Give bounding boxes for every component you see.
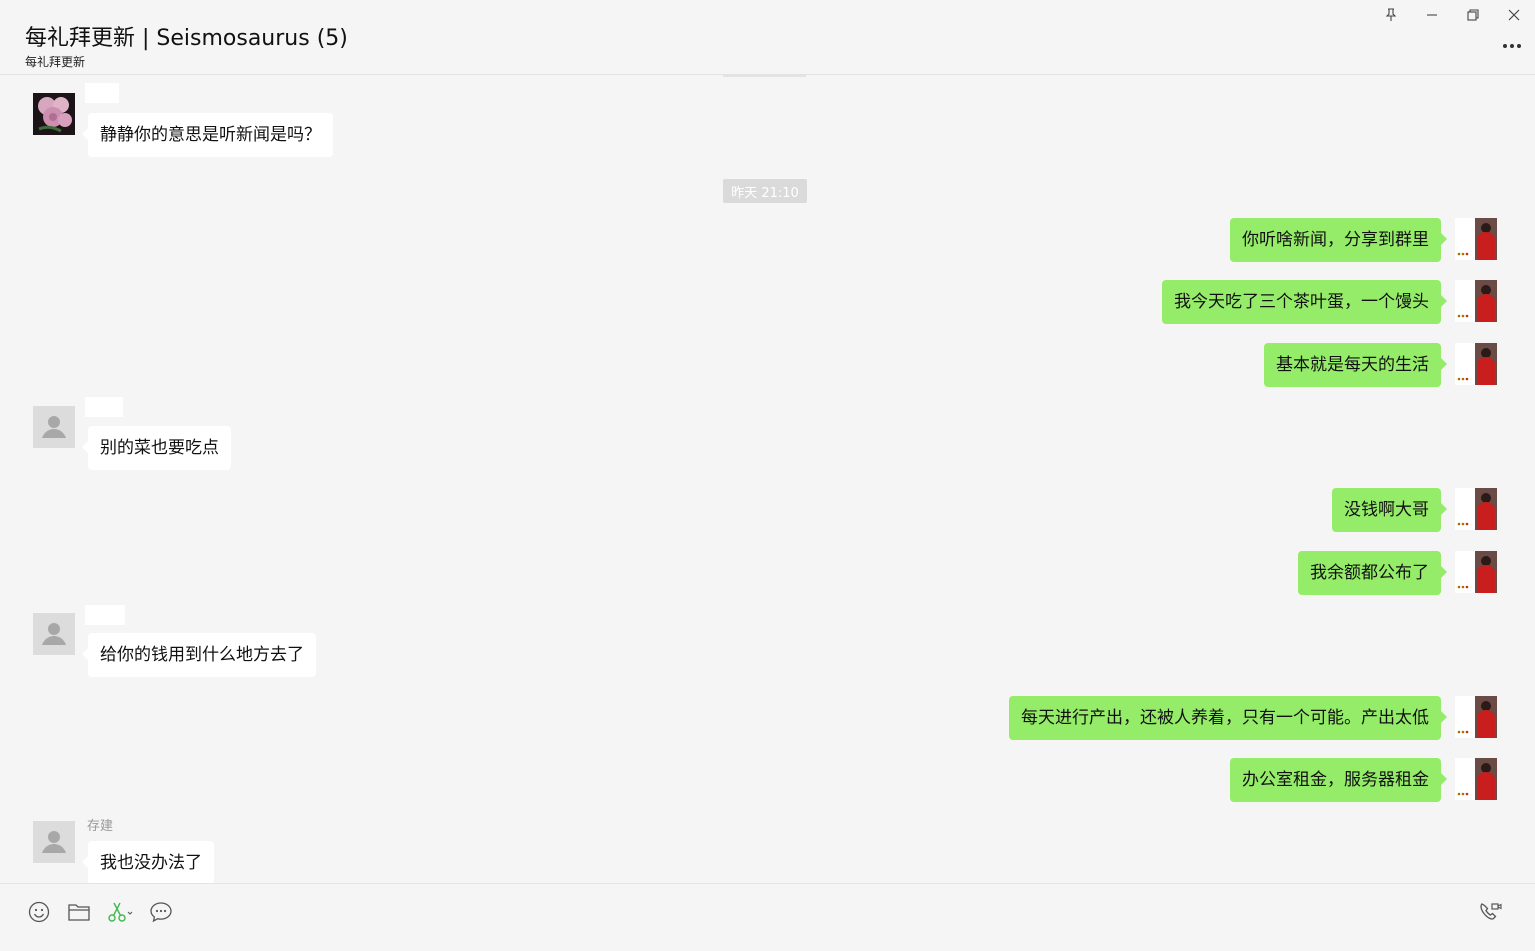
- pin-icon[interactable]: [1380, 4, 1402, 26]
- sender-name-redacted: [85, 605, 125, 625]
- my-avatar[interactable]: [1455, 696, 1497, 738]
- message-bubble[interactable]: 静静你的意思是听新闻是吗？: [82, 113, 333, 157]
- video-call-icon[interactable]: [1477, 900, 1503, 924]
- sender-name: 存建: [87, 819, 114, 834]
- sender-name-redacted: [85, 397, 123, 417]
- time-separator: 昨天 21:10: [723, 179, 807, 203]
- my-message-bubble[interactable]: 没钱啊大哥: [1332, 488, 1447, 532]
- chat-title: 每礼拜更新 | Seismosaurus (5): [25, 26, 348, 51]
- close-icon[interactable]: [1503, 4, 1525, 26]
- my-message-bubble[interactable]: 你听啥新闻，分享到群里: [1230, 218, 1447, 262]
- my-avatar[interactable]: [1455, 343, 1497, 385]
- message-bubble[interactable]: 别的菜也要吃点: [82, 426, 231, 470]
- message-bubble[interactable]: 我也没办法了: [82, 841, 214, 883]
- my-message-bubble[interactable]: 我余额都公布了: [1298, 551, 1447, 595]
- default-avatar-icon[interactable]: [33, 406, 75, 448]
- my-avatar[interactable]: [1455, 551, 1497, 593]
- my-avatar[interactable]: [1455, 758, 1497, 800]
- sender-name-redacted: [85, 83, 119, 103]
- input-toolbar: [0, 883, 1535, 951]
- my-avatar[interactable]: [1455, 218, 1497, 260]
- my-message-bubble[interactable]: 基本就是每天的生活: [1264, 343, 1447, 387]
- scissors-icon[interactable]: [107, 900, 133, 924]
- avatar-flower[interactable]: [33, 93, 75, 135]
- message-list[interactable]: 静静你的意思是听新闻是吗？ 昨天 21:10 你听啥新闻，分享到群里 我今天吃了…: [0, 75, 1535, 883]
- default-avatar-icon[interactable]: [33, 613, 75, 655]
- scroll-remnant: [723, 75, 806, 77]
- chat-history-icon[interactable]: [148, 900, 174, 924]
- emoji-icon[interactable]: [26, 900, 52, 924]
- chat-subtitle: 每礼拜更新: [25, 55, 86, 69]
- minimize-icon[interactable]: [1421, 4, 1443, 26]
- my-message-bubble[interactable]: 办公室租金，服务器租金: [1230, 758, 1447, 802]
- my-message-bubble[interactable]: 每天进行产出，还被人养着，只有一个可能。产出太低: [1009, 696, 1447, 740]
- more-options-icon[interactable]: [1501, 38, 1523, 54]
- title-bar: 每礼拜更新 | Seismosaurus (5) 每礼拜更新: [0, 0, 1535, 75]
- my-avatar[interactable]: [1455, 280, 1497, 322]
- my-message-bubble[interactable]: 我今天吃了三个茶叶蛋，一个馒头: [1162, 280, 1447, 324]
- folder-icon[interactable]: [66, 900, 92, 924]
- message-bubble[interactable]: 给你的钱用到什么地方去了: [82, 633, 316, 677]
- restore-icon[interactable]: [1462, 4, 1484, 26]
- default-avatar-icon[interactable]: [33, 821, 75, 863]
- my-avatar[interactable]: [1455, 488, 1497, 530]
